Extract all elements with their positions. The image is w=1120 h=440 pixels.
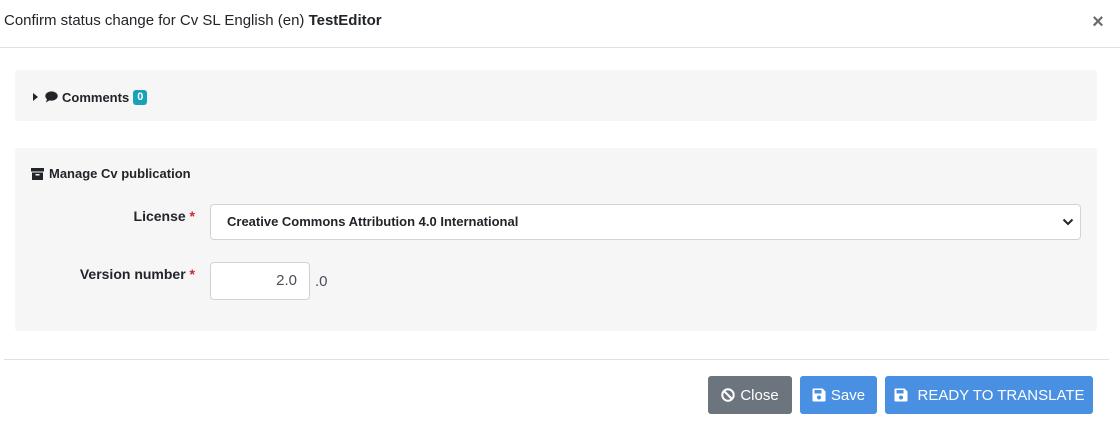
comments-count-badge: 0 — [133, 89, 148, 105]
ban-icon — [721, 388, 736, 402]
archive-icon — [31, 167, 44, 180]
modal-header: Confirm status change for Cv SL English … — [0, 0, 1120, 48]
ready-to-translate-button[interactable]: READY TO TRANSLATE — [885, 376, 1093, 414]
modal-title-prefix: Confirm status change for Cv SL English … — [4, 12, 309, 29]
save-button[interactable]: Save — [800, 376, 877, 414]
caret-right-icon — [33, 93, 38, 101]
comment-icon — [45, 91, 58, 103]
comments-label: Comments — [62, 89, 130, 105]
manage-publication-label: Manage Cv publication — [49, 166, 191, 181]
license-label: License * — [15, 208, 195, 224]
close-icon[interactable]: × — [1088, 12, 1108, 32]
save-button-label: Save — [830, 386, 866, 404]
version-number-input[interactable]: 2.0 — [210, 262, 310, 300]
version-label: Version number * — [15, 266, 195, 282]
save-icon — [812, 388, 826, 402]
close-button-label: Close — [740, 386, 779, 404]
ready-to-translate-label: READY TO TRANSLATE — [917, 386, 1085, 404]
manage-publication-title: Manage Cv publication — [31, 166, 191, 181]
manage-publication-panel: Manage Cv publication License * Creative… — [15, 148, 1097, 331]
chevron-down-icon — [1062, 217, 1074, 227]
modal-title-user: TestEditor — [308, 12, 382, 29]
modal-title: Confirm status change for Cv SL English … — [4, 12, 382, 29]
version-label-text: Version number — [79, 266, 186, 282]
version-suffix: .0 — [315, 273, 328, 290]
license-label-text: License — [133, 208, 186, 224]
comments-panel: Comments 0 — [15, 70, 1097, 121]
comments-toggle[interactable]: Comments 0 — [33, 88, 148, 106]
save-icon — [894, 388, 907, 402]
license-select[interactable]: Creative Commons Attribution 4.0 Interna… — [210, 204, 1081, 240]
license-selected-value: Creative Commons Attribution 4.0 Interna… — [227, 214, 519, 229]
footer-divider — [4, 359, 1109, 360]
close-button[interactable]: Close — [708, 376, 792, 414]
license-required-mark: * — [189, 208, 195, 224]
version-required-mark: * — [189, 266, 195, 282]
